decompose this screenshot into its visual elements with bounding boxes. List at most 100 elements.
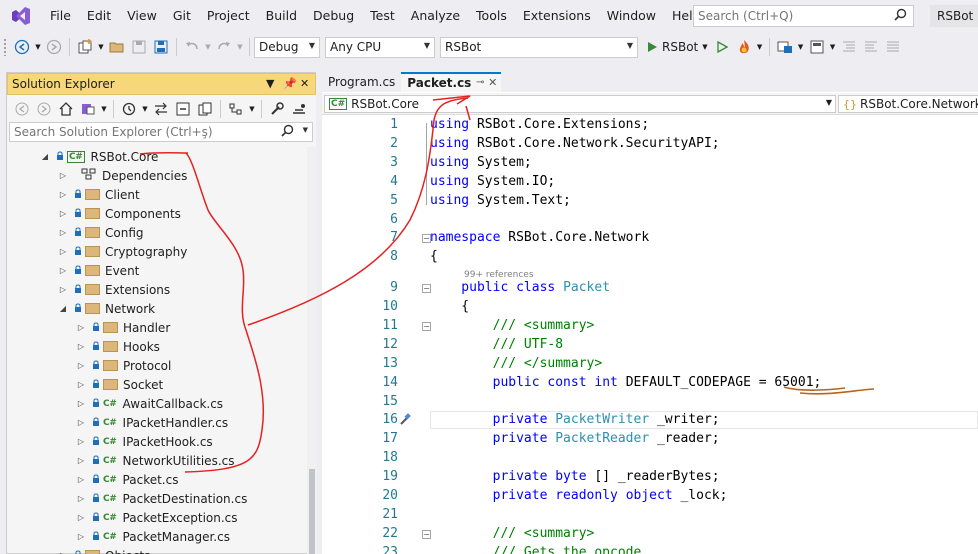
search-options-icon[interactable]: ▼: [303, 126, 308, 134]
collapsed-arrow-icon[interactable]: ▷: [75, 361, 87, 370]
menu-file[interactable]: File: [42, 0, 79, 32]
menu-tools[interactable]: Tools: [468, 0, 515, 32]
menu-analyze[interactable]: Analyze: [403, 0, 468, 32]
layout-icon[interactable]: [807, 37, 827, 57]
tree-item[interactable]: ▷Objects: [57, 546, 150, 554]
tree-item[interactable]: ▷ Dependencies: [57, 166, 187, 185]
navigate-back-icon[interactable]: [12, 37, 32, 57]
menu-git[interactable]: Git: [165, 0, 199, 32]
switch-views-icon[interactable]: [78, 99, 98, 119]
tree-item[interactable]: ▷ Protocol: [75, 356, 171, 375]
pin-tab-icon[interactable]: ⊸: [476, 77, 484, 88]
save-icon[interactable]: [129, 37, 149, 57]
save-all-icon[interactable]: [151, 37, 171, 57]
dropdown-arrow-icon[interactable]: ▼: [829, 37, 837, 57]
menu-edit[interactable]: Edit: [79, 0, 119, 32]
platform-select[interactable]: Any CPU ▼: [325, 36, 435, 58]
dropdown-arrow-icon[interactable]: ▼: [797, 37, 805, 57]
code-line[interactable]: public const int DEFAULT_CODEPAGE = 6500…: [430, 375, 822, 390]
code-line[interactable]: {: [430, 299, 469, 314]
project-navigation-select[interactable]: C# RSBot.Core ▼: [324, 95, 836, 113]
code-line[interactable]: /// </summary>: [430, 356, 603, 371]
collapsed-arrow-icon[interactable]: ▷: [75, 475, 87, 484]
forward-icon[interactable]: [34, 99, 54, 119]
expanded-arrow-icon[interactable]: ◢: [39, 152, 51, 161]
tree-item[interactable]: ▷ Hooks: [75, 337, 160, 356]
collapsed-arrow-icon[interactable]: ▷: [57, 266, 69, 275]
close-tab-icon[interactable]: ✕: [488, 76, 497, 89]
tab-program-cs[interactable]: Program.cs: [322, 72, 401, 92]
menu-project[interactable]: Project: [199, 0, 258, 32]
tree-item[interactable]: ▷ C# IPacketHook.cs: [75, 432, 213, 451]
tree-item[interactable]: ▷ C# AwaitCallback.cs: [75, 394, 223, 413]
vs-search-input[interactable]: [698, 9, 888, 23]
configuration-select[interactable]: Debug ▼: [254, 36, 320, 58]
properties-icon[interactable]: [267, 99, 287, 119]
collapsed-arrow-icon[interactable]: ▷: [75, 513, 87, 522]
start-debugging-button[interactable]: RSBot ▼: [643, 40, 711, 54]
codelens-references[interactable]: 99+ references: [464, 270, 534, 280]
tree-item[interactable]: ▷ C# PacketDestination.cs: [75, 489, 247, 508]
code-line[interactable]: private readonly object _lock;: [430, 488, 728, 503]
code-line[interactable]: using System.IO;: [430, 174, 555, 189]
collapsed-arrow-icon[interactable]: ▷: [57, 190, 69, 199]
type-navigation-select[interactable]: {} RSBot.Core.Network.P: [838, 95, 978, 113]
solution-explorer-scrollbar[interactable]: [307, 147, 317, 554]
new-project-icon[interactable]: [75, 37, 95, 57]
code-line[interactable]: using System.Text;: [430, 193, 571, 208]
tree-item[interactable]: ▷ Cryptography: [57, 242, 187, 261]
startup-project-select[interactable]: RSBot ▼: [440, 36, 638, 58]
tree-item[interactable]: ▷ Event: [57, 261, 139, 280]
menu-test[interactable]: Test: [362, 0, 403, 32]
tree-item[interactable]: ▷ C# PacketManager.cs: [75, 527, 230, 546]
navigate-forward-icon[interactable]: [44, 37, 64, 57]
hot-reload-icon[interactable]: [734, 37, 754, 57]
close-icon[interactable]: ✕: [300, 77, 309, 90]
tree-item[interactable]: ▷ C# IPacketHandler.cs: [75, 413, 228, 432]
collapsed-arrow-icon[interactable]: ▷: [75, 532, 87, 541]
quick-actions-brush-icon[interactable]: [398, 412, 412, 429]
collapsed-arrow-icon[interactable]: ▷: [57, 285, 69, 294]
tree-item[interactable]: ▷ Client: [57, 185, 140, 204]
pending-changes-filter-icon[interactable]: [119, 99, 139, 119]
collapsed-arrow-icon[interactable]: ▷: [75, 418, 87, 427]
code-line[interactable]: private PacketReader _reader;: [430, 431, 720, 446]
tree-item[interactable]: ▷ Handler: [75, 318, 170, 337]
toolbar-grip[interactable]: [3, 38, 8, 56]
align-right-icon[interactable]: [861, 37, 881, 57]
browser-link-icon[interactable]: [775, 37, 795, 57]
tree-item[interactable]: ◢ Network: [57, 299, 155, 318]
collapse-region-icon[interactable]: −: [422, 530, 431, 539]
solution-explorer-search-input[interactable]: [14, 125, 284, 139]
scrollbar-thumb[interactable]: [309, 469, 315, 554]
tree-item[interactable]: ▷ C# Packet.cs: [75, 470, 179, 489]
collapsed-arrow-icon[interactable]: ▷: [75, 323, 87, 332]
dropdown-arrow-icon[interactable]: ▼: [34, 37, 42, 57]
home-icon[interactable]: [56, 99, 76, 119]
code-area[interactable]: 1 using RSBot.Core.Extensions; 2 using RSBo…: [322, 116, 978, 554]
sync-active-document-icon[interactable]: [151, 99, 171, 119]
dropdown-arrow-icon[interactable]: ▼: [141, 99, 149, 119]
open-file-icon[interactable]: [107, 37, 127, 57]
comment-icon[interactable]: [883, 37, 903, 57]
class-view-icon[interactable]: [226, 99, 246, 119]
collapsed-arrow-icon[interactable]: ▷: [57, 209, 69, 218]
solution-name-badge[interactable]: RSBot: [930, 5, 978, 27]
tree-item[interactable]: ▷ Components: [57, 204, 181, 223]
menu-extensions[interactable]: Extensions: [515, 0, 599, 32]
code-line[interactable]: using RSBot.Core.Network.SecurityAPI;: [430, 136, 720, 151]
collapsed-arrow-icon[interactable]: ▷: [75, 380, 87, 389]
dropdown-arrow-icon[interactable]: ▼: [100, 99, 108, 119]
code-line[interactable]: /// <summary>: [430, 318, 595, 333]
menu-debug[interactable]: Debug: [305, 0, 362, 32]
menu-window[interactable]: Window: [599, 0, 664, 32]
collapsed-arrow-icon[interactable]: ▷: [75, 494, 87, 503]
collapsed-arrow-icon[interactable]: ▷: [57, 171, 69, 180]
code-line[interactable]: namespace RSBot.Core.Network: [430, 230, 649, 245]
tree-item[interactable]: ▷ Extensions: [57, 280, 170, 299]
collapsed-arrow-icon[interactable]: ▷: [57, 228, 69, 237]
dropdown-arrow-icon[interactable]: ▼: [236, 37, 244, 57]
code-line[interactable]: using System;: [430, 155, 532, 170]
dropdown-arrow-icon[interactable]: ▼: [204, 37, 212, 57]
tree-item[interactable]: ▷ Config: [57, 223, 144, 242]
